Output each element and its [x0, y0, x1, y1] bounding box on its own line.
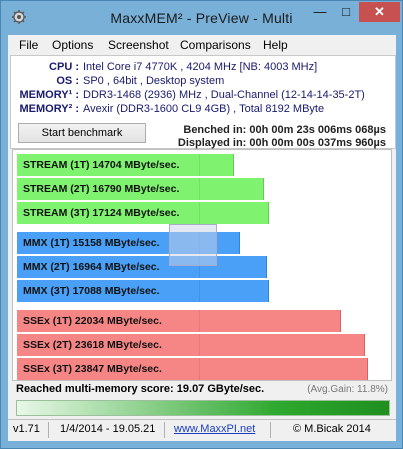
result-bar: STREAM (1T) 14704 MByte/sec.	[17, 154, 234, 176]
result-bar: SSEx (2T) 23618 MByte/sec.	[17, 334, 365, 356]
start-benchmark-button[interactable]: Start benchmark	[18, 123, 146, 143]
menu-options[interactable]: Options	[52, 38, 93, 52]
result-bar-label: MMX (3T) 17088 MByte/sec.	[23, 285, 160, 297]
bar-segment-line	[199, 334, 200, 356]
bar-segment-line	[199, 358, 200, 380]
progress-bar	[16, 400, 390, 416]
status-version: v1.71	[13, 423, 40, 435]
result-bar: MMX (3T) 17088 MByte/sec.	[17, 280, 269, 302]
maximize-button[interactable]: □	[333, 2, 359, 22]
result-bar-label: SSEx (1T) 22034 MByte/sec.	[23, 315, 162, 327]
website-link[interactable]: www.MaxxPI.net	[174, 423, 255, 435]
status-divider	[164, 422, 165, 438]
result-bar: MMX (2T) 16964 MByte/sec.	[17, 256, 267, 278]
info-os-label: OS :	[56, 75, 79, 87]
result-bar: SSEx (1T) 22034 MByte/sec.	[17, 310, 341, 332]
bar-segment-line	[199, 310, 200, 332]
result-bar: SSEx (3T) 23847 MByte/sec.	[17, 358, 368, 380]
info-memory2-label: MEMORY² :	[19, 103, 79, 115]
minimize-button[interactable]: —	[307, 2, 333, 22]
info-memory1-value: DDR3-1468 (2936) MHz , Dual-Channel (12-…	[83, 89, 365, 101]
bar-segment-line	[199, 280, 200, 302]
results-bar-chart: STREAM (1T) 14704 MByte/sec. STREAM (2T)…	[12, 149, 392, 381]
displayed-time: Displayed in: 00h 00m 00s 037ms 960µs	[177, 137, 386, 149]
result-bar-label: STREAM (1T) 14704 MByte/sec.	[23, 159, 180, 171]
avg-gain-text: (Avg.Gain: 11.8%)	[307, 384, 388, 395]
status-divider	[270, 422, 271, 438]
menu-file[interactable]: File	[19, 38, 38, 52]
watermark-logo	[169, 224, 217, 266]
info-memory2-value: Avexir (DDR3-1600 CL9 4GB) , Total 8192 …	[83, 103, 325, 115]
menu-bar: File Options Screenshot Comparisons Help	[8, 35, 396, 55]
status-copyright: © M.Bicak 2014	[293, 423, 371, 435]
info-os-value: SP0 , 64bit , Desktop system	[83, 75, 225, 87]
result-bar-label: MMX (1T) 15158 MByte/sec.	[23, 237, 160, 249]
info-cpu-label: CPU :	[49, 61, 79, 73]
info-cpu-value: Intel Core i7 4770K , 4204 MHz [NB: 4003…	[83, 61, 318, 73]
bar-segment-line	[199, 154, 200, 176]
close-button[interactable]: ✕	[359, 2, 400, 22]
menu-help[interactable]: Help	[263, 38, 288, 52]
status-divider	[48, 422, 49, 438]
result-bar-label: SSEx (3T) 23847 MByte/sec.	[23, 363, 162, 375]
status-date: 1/4/2014 - 19.05.21	[60, 423, 156, 435]
result-bar: STREAM (3T) 17124 MByte/sec.	[17, 202, 269, 224]
result-bar-label: STREAM (2T) 16790 MByte/sec.	[23, 183, 180, 195]
info-memory1-label: MEMORY¹ :	[19, 89, 79, 101]
result-bar-label: STREAM (3T) 17124 MByte/sec.	[23, 207, 180, 219]
status-bar: v1.71 1/4/2014 - 19.05.21 www.MaxxPI.net…	[8, 419, 396, 440]
menu-comparisons[interactable]: Comparisons	[180, 38, 251, 52]
result-bar-label: SSEx (2T) 23618 MByte/sec.	[23, 339, 162, 351]
result-bar: STREAM (2T) 16790 MByte/sec.	[17, 178, 264, 200]
bar-segment-line	[199, 202, 200, 224]
result-bar-label: MMX (2T) 16964 MByte/sec.	[23, 261, 160, 273]
bar-segment-line	[199, 178, 200, 200]
menu-screenshot[interactable]: Screenshot	[108, 38, 169, 52]
title-bar[interactable]: MaxxMEM² - PreView - Multi — □ ✕	[1, 1, 402, 35]
benched-time: Benched in: 00h 00m 23s 006ms 068µs	[183, 124, 386, 136]
score-text: Reached multi-memory score: 19.07 GByte/…	[16, 383, 265, 395]
app-window: MaxxMEM² - PreView - Multi — □ ✕ File Op…	[0, 0, 403, 449]
client-area: File Options Screenshot Comparisons Help…	[8, 35, 396, 441]
